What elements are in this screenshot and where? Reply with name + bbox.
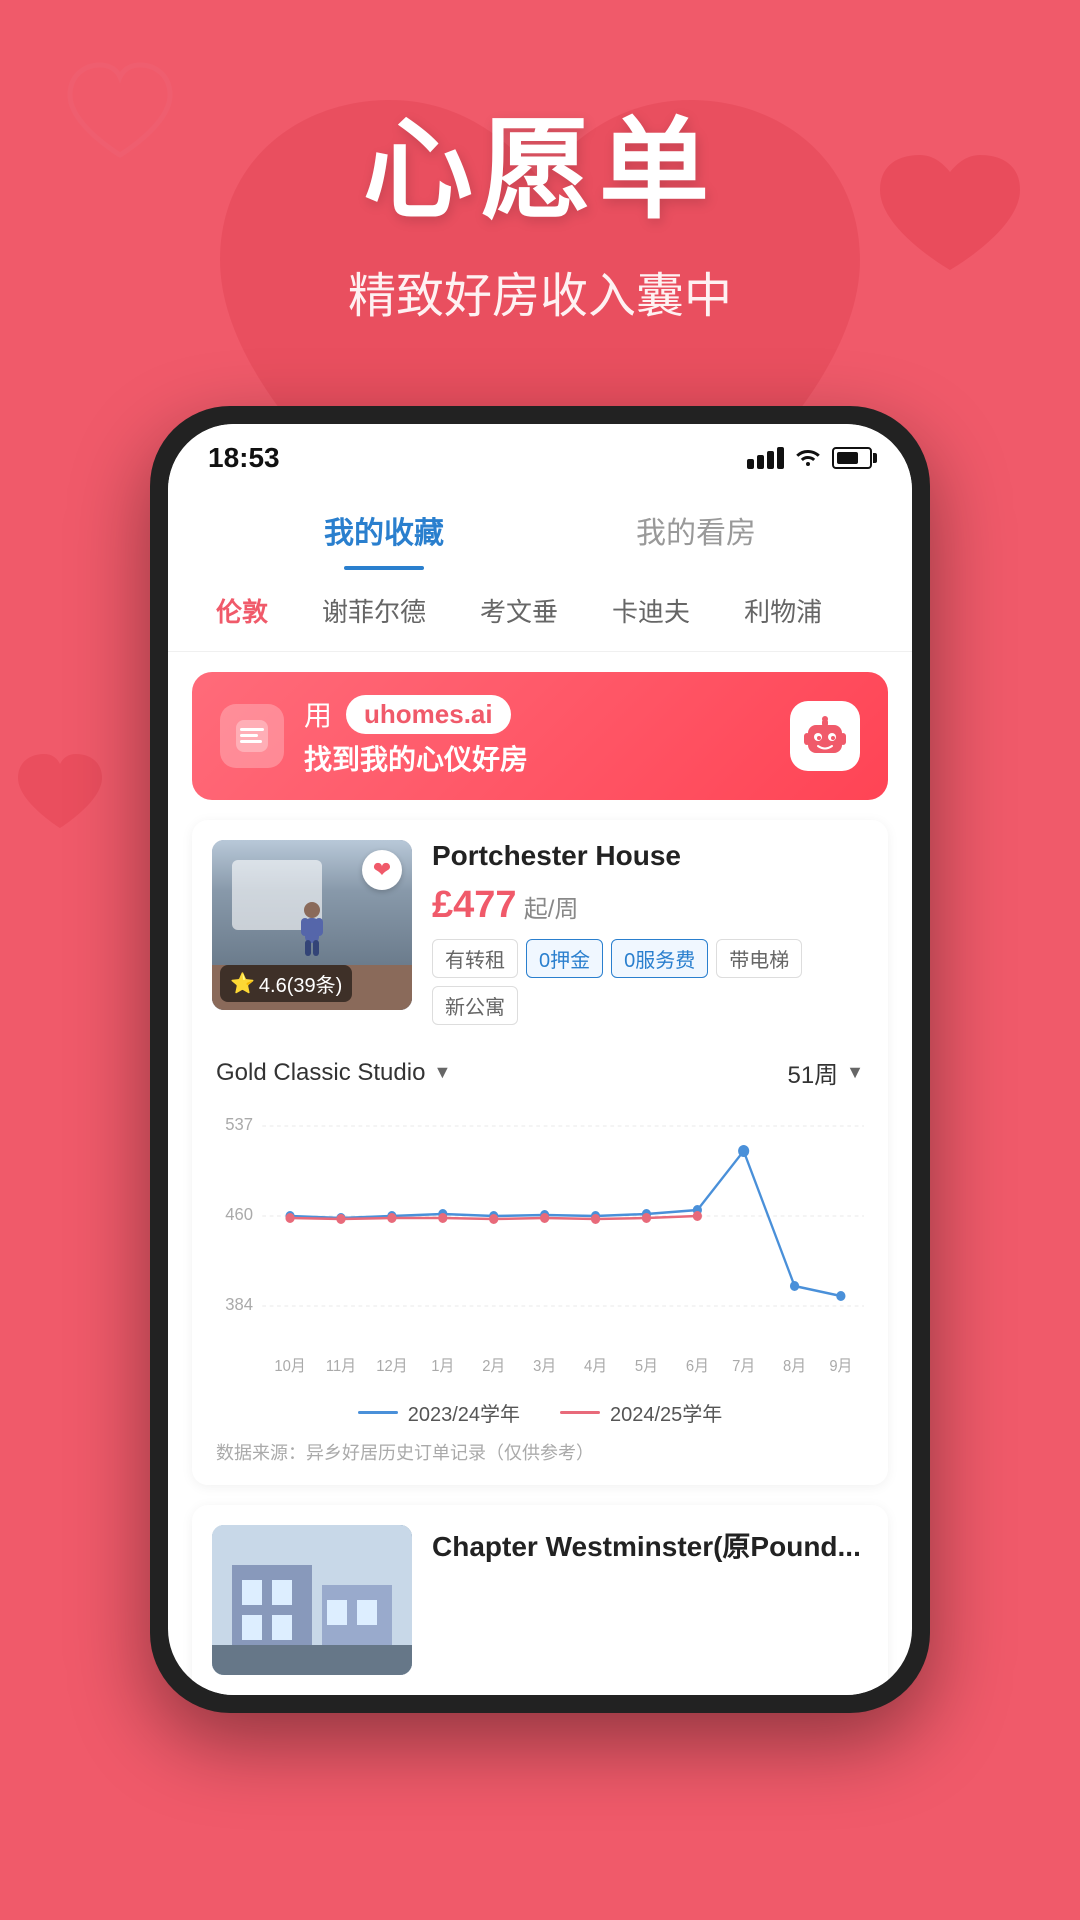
weeks-label: 51周 xyxy=(787,1055,838,1090)
svg-text:2月: 2月 xyxy=(482,1358,505,1376)
price-unit: 起/周 xyxy=(524,896,579,923)
weeks-arrow-icon: ▼ xyxy=(846,1062,864,1083)
svg-text:9月: 9月 xyxy=(829,1358,852,1376)
property-rating: ⭐ 4.6(39条) xyxy=(220,965,352,1002)
header-section: 心愿单 精致好房收入囊中 xyxy=(0,0,1080,386)
status-icons xyxy=(747,444,872,473)
tag-deposit: 0押金 xyxy=(526,939,603,978)
banner-icon-left xyxy=(220,704,284,768)
phone-mockup: 18:53 xyxy=(0,406,1080,1713)
phone-screen: 18:53 xyxy=(168,424,912,1695)
chart-note: 数据来源：异乡好居历史订单记录（仅供参考） xyxy=(216,1439,864,1465)
property-image-1: ⭐ 4.6(39条) ❤ xyxy=(212,840,412,1010)
status-time: 18:53 xyxy=(208,442,280,474)
wifi-icon xyxy=(794,444,822,473)
svg-text:7月: 7月 xyxy=(732,1358,755,1376)
svg-text:3月: 3月 xyxy=(533,1358,556,1376)
main-title: 心愿单 xyxy=(0,80,1080,240)
property-card-1[interactable]: ⭐ 4.6(39条) ❤ Portchester House £477 起/周 … xyxy=(192,820,888,1485)
status-bar: 18:53 xyxy=(168,424,912,484)
tab-my-viewings[interactable]: 我的看房 xyxy=(540,494,852,570)
svg-text:537: 537 xyxy=(225,1113,253,1134)
banner-use-text: 用 xyxy=(304,694,332,734)
banner-text-area: 用 uhomes.ai 找到我的心仪好房 xyxy=(304,694,770,778)
tabs-row: 我的收藏 我的看房 xyxy=(168,484,912,570)
sub-title: 精致好房收入囊中 xyxy=(0,256,1080,326)
city-filter: 伦敦 谢菲尔德 考文垂 卡迪夫 利物浦 xyxy=(168,570,912,652)
property-info-2: Chapter Westminster(原Pound... xyxy=(432,1525,868,1675)
city-sheffield[interactable]: 谢菲尔德 xyxy=(310,586,438,635)
banner-domain: uhomes.ai xyxy=(346,695,511,734)
tag-new-apt: 新公寓 xyxy=(432,986,518,1025)
battery-icon xyxy=(832,447,872,469)
dropdown-arrow-icon: ▼ xyxy=(433,1062,451,1083)
svg-text:11月: 11月 xyxy=(326,1358,356,1376)
favorite-heart-button[interactable]: ❤ xyxy=(362,850,402,890)
ai-banner[interactable]: 用 uhomes.ai 找到我的心仪好房 xyxy=(192,672,888,800)
svg-text:384: 384 xyxy=(225,1293,253,1314)
svg-text:460: 460 xyxy=(225,1203,253,1224)
svg-text:4月: 4月 xyxy=(584,1358,607,1376)
chart-legend: 2023/24学年 2024/25学年 xyxy=(216,1398,864,1427)
price-chart-svg: 537 460 384 10月 11月 12月 1月 2月 3月 4月 5月 xyxy=(216,1106,864,1386)
legend-2023: 2023/24学年 xyxy=(358,1398,520,1427)
weeks-dropdown[interactable]: 51周 ▼ xyxy=(787,1055,864,1090)
property-name-2: Chapter Westminster(原Pound... xyxy=(432,1525,868,1565)
signal-icon xyxy=(747,447,784,469)
svg-text:5月: 5月 xyxy=(635,1358,658,1376)
property-image-2 xyxy=(212,1525,412,1675)
property-name-1: Portchester House xyxy=(432,840,868,872)
room-type-label: Gold Classic Studio xyxy=(216,1059,425,1087)
chart-container: 537 460 384 10月 11月 12月 1月 2月 3月 4月 5月 xyxy=(216,1106,864,1386)
svg-text:1月: 1月 xyxy=(431,1358,454,1376)
tag-sublease: 有转租 xyxy=(432,939,518,978)
property-main-content: ⭐ 4.6(39条) ❤ Portchester House £477 起/周 … xyxy=(192,820,888,1045)
price-chart-section: Gold Classic Studio ▼ 51周 ▼ xyxy=(192,1045,888,1485)
banner-subtitle: 找到我的心仪好房 xyxy=(304,738,770,778)
property-card-2[interactable]: Chapter Westminster(原Pound... xyxy=(192,1505,888,1695)
legend-2024: 2024/25学年 xyxy=(560,1398,722,1427)
price-number: £477 xyxy=(432,884,517,926)
tab-my-favorites[interactable]: 我的收藏 xyxy=(228,494,540,570)
city-cardiff[interactable]: 卡迪夫 xyxy=(600,586,702,635)
svg-text:12月: 12月 xyxy=(376,1358,407,1376)
property-info-1: Portchester House £477 起/周 有转租 0押金 0服务费 … xyxy=(432,840,868,1025)
banner-robot-icon xyxy=(790,701,860,771)
city-coventry[interactable]: 考文垂 xyxy=(468,586,570,635)
tag-no-fee: 0服务费 xyxy=(611,939,708,978)
property-price-1: £477 起/周 xyxy=(432,884,868,927)
svg-text:8月: 8月 xyxy=(783,1358,806,1376)
svg-text:10月: 10月 xyxy=(274,1358,305,1376)
phone-outer-frame: 18:53 xyxy=(150,406,930,1713)
tag-elevator: 带电梯 xyxy=(716,939,802,978)
city-liverpool[interactable]: 利物浦 xyxy=(732,586,834,635)
city-london[interactable]: 伦敦 xyxy=(204,586,280,635)
property-tags: 有转租 0押金 0服务费 带电梯 新公寓 xyxy=(432,939,868,1025)
chart-header: Gold Classic Studio ▼ 51周 ▼ xyxy=(216,1055,864,1090)
room-type-dropdown[interactable]: Gold Classic Studio ▼ xyxy=(216,1059,451,1087)
svg-text:6月: 6月 xyxy=(686,1358,709,1376)
